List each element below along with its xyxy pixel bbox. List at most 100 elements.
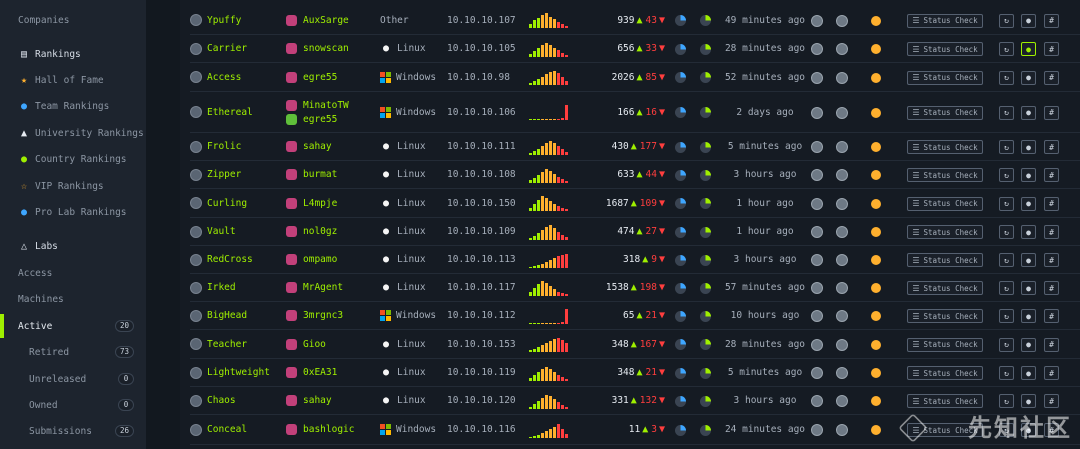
maker-entry[interactable]: nol0gz — [286, 225, 337, 239]
sidebar-item-machines[interactable]: Machines ⌄ — [18, 289, 164, 309]
owner-button[interactable]: ● — [1021, 13, 1036, 28]
reset-button[interactable]: ↻ — [999, 70, 1014, 85]
machine-cell[interactable]: Ethereal — [190, 92, 253, 132]
maker-entry[interactable]: egre55 — [286, 70, 337, 84]
hash-button[interactable]: # — [1044, 105, 1059, 120]
machine-cell[interactable]: Zipper — [190, 161, 241, 188]
hash-button[interactable]: # — [1044, 168, 1059, 182]
machine-cell[interactable]: BigHead — [190, 302, 247, 329]
thumbs-down-icon[interactable]: ▼ — [659, 72, 665, 83]
machine-cell[interactable]: Vault — [190, 218, 236, 245]
thumbs-up-icon[interactable]: ▲ — [636, 15, 642, 26]
thumbs-up-icon[interactable]: ▲ — [636, 43, 642, 54]
hash-button[interactable]: # — [1044, 225, 1059, 239]
table-row[interactable]: Chaos sahay ● Linux 10.10.10.120 331 ▲ 13… — [190, 387, 1080, 415]
thumbs-up-icon[interactable]: ▲ — [631, 282, 637, 293]
thumbs-up-icon[interactable]: ▲ — [636, 107, 642, 118]
thumbs-down-icon[interactable]: ▼ — [659, 254, 665, 265]
thumbs-down-icon[interactable]: ▼ — [659, 198, 665, 209]
sidebar-section-labs[interactable]: △ Labs — [18, 236, 164, 256]
status-check-button[interactable]: ☰ Status Check — [907, 168, 983, 182]
maker-entry[interactable]: AuxSarge — [286, 13, 349, 27]
status-check-button[interactable]: ☰ Status Check — [907, 394, 983, 408]
maker-entry[interactable]: sahay — [286, 140, 332, 154]
maker-entry[interactable]: L4mpje — [286, 196, 337, 210]
thumbs-down-icon[interactable]: ▼ — [659, 424, 665, 435]
hash-button[interactable]: # — [1044, 70, 1059, 85]
status-check-button[interactable]: ☰ Status Check — [907, 105, 983, 120]
sidebar-item-access[interactable]: Access — [18, 263, 164, 283]
first-root-blood-avatar[interactable] — [836, 367, 848, 379]
first-root-blood-avatar[interactable] — [836, 106, 848, 119]
table-row[interactable]: Zipper burmat ● Linux 10.10.10.108 633 ▲ … — [190, 161, 1080, 189]
first-user-blood-avatar[interactable] — [811, 310, 823, 322]
sidebar-section-rankings[interactable]: ▤ Rankings — [18, 44, 164, 64]
status-check-button[interactable]: ☰ Status Check — [907, 13, 983, 28]
hash-button[interactable]: # — [1044, 42, 1059, 56]
first-root-blood-avatar[interactable] — [836, 43, 848, 55]
reset-button[interactable]: ↻ — [999, 140, 1014, 154]
owner-button[interactable]: ● — [1021, 394, 1036, 408]
maker-entry[interactable]: ompamo — [286, 253, 337, 267]
thumbs-up-icon[interactable]: ▲ — [631, 198, 637, 209]
reset-button[interactable]: ↻ — [999, 105, 1014, 120]
thumbs-up-icon[interactable]: ▲ — [636, 367, 642, 378]
machine-cell[interactable]: Access — [190, 63, 241, 91]
first-user-blood-avatar[interactable] — [811, 14, 823, 27]
owner-button[interactable]: ● — [1021, 337, 1036, 352]
owner-button[interactable]: ● — [1021, 196, 1036, 211]
reset-button[interactable]: ↻ — [999, 281, 1014, 295]
owner-button[interactable]: ● — [1021, 70, 1036, 85]
thumbs-down-icon[interactable]: ▼ — [659, 367, 665, 378]
first-root-blood-avatar[interactable] — [836, 310, 848, 322]
maker-entry[interactable]: MrAgent — [286, 281, 343, 295]
first-user-blood-avatar[interactable] — [811, 71, 823, 84]
first-root-blood-avatar[interactable] — [836, 282, 848, 294]
machine-cell[interactable]: RedCross — [190, 246, 253, 273]
hash-button[interactable]: # — [1044, 366, 1059, 380]
reset-button[interactable]: ↻ — [999, 253, 1014, 267]
table-row[interactable]: Teacher Gioo ● Linux 10.10.10.153 348 ▲ 1… — [190, 330, 1080, 359]
owner-button[interactable]: ● — [1021, 253, 1036, 267]
first-root-blood-avatar[interactable] — [836, 395, 848, 407]
first-user-blood-avatar[interactable] — [811, 226, 823, 238]
maker-entry[interactable]: 3mrgnc3 — [286, 309, 343, 323]
first-root-blood-avatar[interactable] — [836, 14, 848, 27]
maker-entry[interactable]: egre55 — [286, 112, 337, 126]
reset-button[interactable]: ↻ — [999, 168, 1014, 182]
sidebar-item-university-rankings[interactable]: ▲ University Rankings — [18, 123, 164, 143]
thumbs-down-icon[interactable]: ▼ — [659, 282, 665, 293]
machine-cell[interactable]: Teacher — [190, 330, 247, 358]
table-row[interactable]: Conceal bashlogic Windows 10.10.10.116 1… — [190, 415, 1080, 445]
thumbs-up-icon[interactable]: ▲ — [642, 424, 648, 435]
hash-button[interactable]: # — [1044, 309, 1059, 323]
reset-button[interactable]: ↻ — [999, 13, 1014, 28]
sidebar-item-country-rankings[interactable]: ● Country Rankings — [18, 149, 164, 169]
owner-button[interactable]: ● — [1021, 140, 1036, 154]
thumbs-down-icon[interactable]: ▼ — [659, 226, 665, 237]
owner-button[interactable]: ● — [1021, 309, 1036, 323]
status-check-button[interactable]: ☰ Status Check — [907, 253, 983, 267]
reset-button[interactable]: ↻ — [999, 337, 1014, 352]
thumbs-up-icon[interactable]: ▲ — [636, 72, 642, 83]
table-row[interactable]: Lightweight 0xEA31 ● Linux 10.10.10.119 3… — [190, 359, 1080, 387]
machine-cell[interactable]: Ypuffy — [190, 6, 241, 34]
first-root-blood-avatar[interactable] — [836, 226, 848, 238]
status-check-button[interactable]: ☰ Status Check — [907, 337, 983, 352]
machine-cell[interactable]: Irked — [190, 274, 236, 301]
maker-entry[interactable]: 0xEA31 — [286, 366, 337, 380]
status-check-button[interactable]: ☰ Status Check — [907, 140, 983, 154]
sidebar-item-active[interactable]: Active 20 — [18, 316, 164, 336]
sidebar-item-vip-rankings[interactable]: ☆ VIP Rankings — [18, 176, 164, 196]
table-row[interactable]: Ethereal MinatoTW egre55 Windows 10.10.1… — [190, 92, 1080, 133]
first-user-blood-avatar[interactable] — [811, 43, 823, 55]
maker-entry[interactable]: burmat — [286, 168, 337, 182]
first-root-blood-avatar[interactable] — [836, 71, 848, 84]
thumbs-up-icon[interactable]: ▲ — [631, 141, 637, 152]
thumbs-down-icon[interactable]: ▼ — [659, 107, 665, 118]
table-row[interactable]: Frolic sahay ● Linux 10.10.10.111 430 ▲ 1… — [190, 133, 1080, 161]
first-user-blood-avatar[interactable] — [811, 282, 823, 294]
first-root-blood-avatar[interactable] — [836, 197, 848, 210]
table-row[interactable]: Carrier snowscan ● Linux 10.10.10.105 656… — [190, 35, 1080, 63]
first-user-blood-avatar[interactable] — [811, 424, 823, 436]
